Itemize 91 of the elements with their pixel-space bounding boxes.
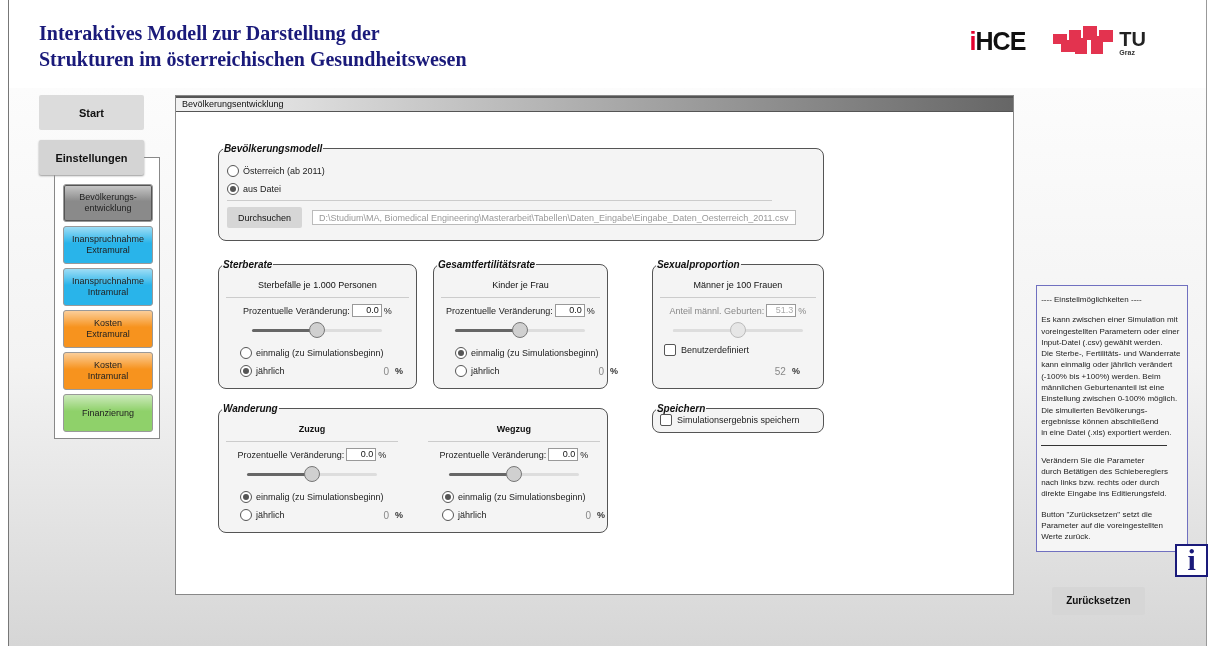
nav-button[interactable]: Start (39, 95, 144, 130)
radio-option[interactable]: jährlich (239, 506, 384, 524)
info-text: Es kann zwischen einer Simulation mit voreingestellten Parametern oder einer Input-Datei (.csv) gewählt werden. Die Sterbe-, Fertilitäts- und Wanderrate kann einmalig oder jährlich verändert (-100% bis +100%) werden. Beim männlichen Geburtenanteil ist eine Einstellung zwischen 0-100% möglich. Die simulierten Bevölkerungs- ergebnisse können abschließend in eine Datei (.xls) exportiert werden. (1041, 314, 1182, 439)
value-field[interactable]: 0.0 (548, 448, 579, 461)
radio-button[interactable] (239, 491, 252, 503)
subtitle: Zuzug (297, 423, 327, 436)
unit-label: % (798, 305, 807, 316)
unit-label: % (378, 449, 387, 460)
change-label: Prozentuelle Veränderung: (243, 305, 350, 316)
group-title: Wanderung (221, 403, 279, 414)
checkbox[interactable] (659, 414, 672, 426)
group-title: Sexualproportion (655, 259, 741, 270)
radio-option[interactable]: einmalig (zu Simulationsbeginn) (239, 344, 384, 362)
radio-option[interactable]: aus Datei (226, 180, 815, 198)
radio-option[interactable]: jährlich (454, 362, 599, 380)
radio-button[interactable] (226, 165, 239, 177)
result-value: 52 (774, 365, 786, 377)
radio-button[interactable] (454, 365, 467, 377)
option-label: einmalig (zu Simulationsbeginn) (255, 492, 384, 502)
radio-button[interactable] (454, 347, 467, 359)
radio-option[interactable]: Österreich (ab 2011) (226, 162, 815, 180)
ihce-logo: iHCE (969, 28, 1026, 54)
radio-option[interactable]: jährlich (239, 362, 384, 380)
info-heading: ---- Einstellmöglichkeiten ---- (1041, 294, 1143, 306)
page-title: Interaktives Modell zur Darstellung der Strukturen im österreichischen Gesundheitswesen (39, 21, 467, 72)
radio-button[interactable] (239, 347, 252, 359)
unit-label: % (383, 305, 392, 316)
radio-button[interactable] (441, 491, 454, 503)
nav-button[interactable]: Einstellungen (39, 140, 144, 175)
change-label: Anteil männl. Geburten: (669, 305, 765, 316)
radio-option[interactable]: einmalig (zu Simulationsbeginn) (454, 344, 599, 362)
info-text: Verändern Sie die Parameter durch Betätigen des Schiebereglers nach links bzw. rechts oder durch direkte Eingabe ins Editierungsfeld. (1041, 454, 1169, 500)
slider-handle[interactable] (505, 466, 522, 482)
subtitle: Kinder je Frau (491, 279, 550, 292)
info-text: Button "Zurücksetzen" setzt die Parameter auf die voreingestellten Werte zurück. (1041, 508, 1164, 543)
submenu-button[interactable]: Inanspruchnahme Intramural (63, 268, 153, 306)
option-label: jährlich (255, 366, 285, 376)
option-label: jährlich (457, 510, 487, 520)
submenu-button[interactable]: Bevölkerungs- entwicklung (63, 184, 153, 222)
unit-label: % (791, 366, 800, 376)
value-field[interactable]: 0.0 (554, 304, 585, 317)
option-label: Österreich (ab 2011) (242, 166, 325, 176)
group-title: Speichern (655, 403, 707, 414)
radio-option[interactable]: jährlich (441, 506, 586, 524)
result-value: 0 (598, 365, 605, 377)
unit-label: % (610, 366, 619, 376)
unit-label: % (395, 366, 404, 376)
group-title: Gesamtfertilitätsrate (436, 259, 537, 270)
option-label: jährlich (470, 366, 500, 376)
info-icon[interactable]: i (1175, 543, 1209, 577)
value-field[interactable]: 0.0 (351, 304, 382, 317)
value-field[interactable]: 0.0 (346, 448, 377, 461)
group-title: Sterberate (221, 259, 274, 270)
result-value: 0 (585, 509, 592, 521)
option-label: einmalig (zu Simulationsbeginn) (470, 348, 599, 358)
radio-option[interactable]: einmalig (zu Simulationsbeginn) (441, 488, 586, 506)
group-title: Bevölkerungsmodell (222, 143, 324, 154)
radio-button[interactable] (239, 365, 252, 377)
change-label: Prozentuelle Veränderung: (237, 449, 345, 460)
slider-handle[interactable] (512, 322, 529, 338)
checkbox-option[interactable]: Simulationsergebnis speichern (659, 414, 816, 426)
radio-button[interactable] (239, 509, 252, 521)
submenu-button[interactable]: Inanspruchnahme Extramural (63, 226, 153, 264)
unit-label: % (586, 305, 595, 316)
result-value: 0 (383, 365, 390, 377)
option-label: einmalig (zu Simulationsbeginn) (255, 348, 384, 358)
panel-title: Bevölkerungsentwicklung (175, 96, 1014, 112)
radio-button[interactable] (226, 183, 239, 195)
checkbox-label: Simulationsergebnis speichern (676, 415, 800, 425)
option-label: jährlich (255, 510, 285, 520)
change-label: Prozentuelle Veränderung: (446, 305, 553, 316)
radio-option[interactable]: einmalig (zu Simulationsbeginn) (239, 488, 384, 506)
slider-handle[interactable] (303, 466, 320, 482)
submenu-button[interactable]: Kosten Intramural (63, 352, 153, 390)
subtitle: Sterbefälle je 1.000 Personen (257, 279, 378, 292)
unit-label: % (597, 510, 606, 520)
unit-label: % (395, 510, 404, 520)
submenu-button[interactable]: Finanzierung (63, 394, 153, 432)
checkbox-label: Benutzerdefiniert (680, 345, 749, 355)
submenu-button[interactable]: Kosten Extramural (63, 310, 153, 348)
result-value: 0 (383, 509, 390, 521)
browse-button[interactable]: Durchsuchen (226, 207, 302, 228)
option-label: aus Datei (242, 184, 281, 194)
radio-button[interactable] (441, 509, 454, 521)
subtitle: Männer je 100 Frauen (692, 279, 784, 292)
slider-handle[interactable] (309, 322, 326, 338)
reset-button[interactable]: Zurücksetzen (1052, 586, 1145, 615)
unit-label: % (580, 449, 589, 460)
change-label: Prozentuelle Veränderung: (439, 449, 547, 460)
option-label: einmalig (zu Simulationsbeginn) (457, 492, 586, 502)
subtitle: Wegzug (495, 423, 533, 436)
